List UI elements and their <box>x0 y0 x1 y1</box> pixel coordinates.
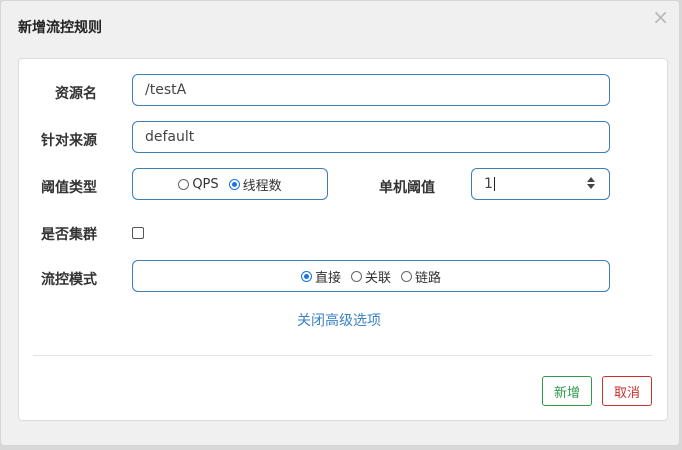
dialog-title: 新增流控规则 <box>18 20 102 36</box>
flow-mode-group: 直接 关联 链路 <box>132 260 610 292</box>
cluster-checkbox[interactable] <box>132 227 144 239</box>
flow-mode-chain[interactable]: 链路 <box>401 267 441 286</box>
direct-label: 直接 <box>314 270 341 286</box>
cancel-button[interactable]: 取消 <box>602 376 652 406</box>
radio-chain[interactable] <box>401 270 412 282</box>
footer-divider <box>33 355 652 356</box>
close-icon[interactable]: × <box>652 5 669 29</box>
threshold-type-qps[interactable]: QPS <box>178 176 219 192</box>
threads-label: 线程数 <box>242 178 282 194</box>
resource-name-input[interactable]: /testA <box>132 74 610 106</box>
spinner-up-icon[interactable] <box>587 177 595 182</box>
single-threshold-value: 1 <box>484 176 493 192</box>
related-label: 关联 <box>364 270 391 286</box>
text-caret <box>493 177 495 191</box>
add-flow-rule-dialog: 新增流控规则 × 资源名 /testA 针对来源 default 阈值类型 QP… <box>0 0 680 446</box>
radio-qps[interactable] <box>178 178 190 190</box>
resource-name-label: 资源名 <box>55 86 97 102</box>
radio-related[interactable] <box>350 270 362 282</box>
qps-label: QPS <box>192 176 219 192</box>
threshold-type-group: QPS 线程数 <box>132 168 328 200</box>
source-input[interactable]: default <box>132 121 610 153</box>
source-label: 针对来源 <box>41 133 97 149</box>
single-threshold-input[interactable]: 1 <box>471 168 610 200</box>
cluster-label: 是否集群 <box>41 227 97 243</box>
flow-mode-direct[interactable]: 直接 <box>300 267 341 286</box>
flow-mode-related[interactable]: 关联 <box>350 267 391 286</box>
flow-mode-label: 流控模式 <box>41 272 97 288</box>
close-advanced-options-link[interactable]: 关闭高级选项 <box>297 310 381 330</box>
radio-threads[interactable] <box>228 178 240 190</box>
threshold-type-label: 阈值类型 <box>41 180 97 196</box>
radio-direct[interactable] <box>300 270 312 282</box>
form-panel <box>18 58 668 421</box>
source-value: default <box>145 129 195 145</box>
spinner-down-icon[interactable] <box>587 184 595 189</box>
resource-name-value: /testA <box>145 82 187 98</box>
number-spinner[interactable] <box>587 177 595 189</box>
threshold-type-threads[interactable]: 线程数 <box>228 175 282 194</box>
add-button[interactable]: 新增 <box>542 376 592 406</box>
chain-label: 链路 <box>415 270 442 286</box>
single-threshold-label: 单机阈值 <box>379 180 435 196</box>
